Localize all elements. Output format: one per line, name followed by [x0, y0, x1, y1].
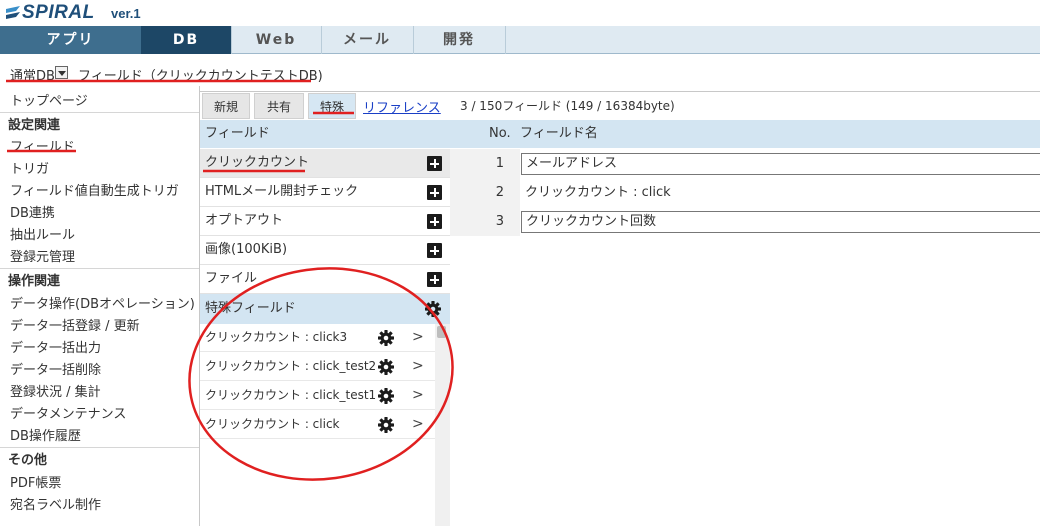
- tab-app[interactable]: アプリ: [0, 26, 142, 54]
- plus-icon[interactable]: [427, 214, 442, 229]
- sidebar-section-other: その他: [8, 453, 48, 468]
- field-list-header: フィールド: [200, 120, 450, 148]
- scrollbar-track[interactable]: [435, 324, 450, 526]
- field-item-file[interactable]: ファイル: [200, 265, 450, 294]
- tab-dev[interactable]: 開発: [413, 26, 506, 54]
- row-number: 3: [495, 214, 504, 229]
- sidebar-item-bulk-register[interactable]: データ一括登録 / 更新: [10, 315, 140, 334]
- table-header: No. フィールド名: [450, 120, 1040, 148]
- brand-name: SPIRAL: [22, 2, 95, 23]
- table-row: 2 クリックカウント : click: [450, 178, 1040, 207]
- field-item-html-open-check[interactable]: HTMLメール開封チェック: [200, 178, 450, 207]
- tab-new[interactable]: 新規: [202, 93, 250, 119]
- field-item-label: クリックカウント: [205, 155, 310, 170]
- dropdown-arrow-icon[interactable]: [55, 66, 68, 79]
- tab-special[interactable]: 特殊: [308, 93, 356, 119]
- table-row: 3 クリックカウント回数: [450, 207, 1040, 236]
- sidebar: トップページ 設定関連 フィールド トリガ フィールド値自動生成トリガ DB連携…: [0, 86, 200, 526]
- special-item[interactable]: クリックカウント : click_test2 >: [200, 352, 435, 381]
- table-row: 1 メールアドレス: [450, 149, 1040, 178]
- sidebar-item-db-operation[interactable]: データ操作(DBオペレーション): [10, 293, 195, 312]
- field-item-optout[interactable]: オプトアウト: [200, 207, 450, 236]
- col-no-header: No.: [489, 126, 511, 141]
- sidebar-item-pdf[interactable]: PDF帳票: [10, 472, 61, 491]
- special-field-header: 特殊フィールド: [200, 294, 450, 324]
- plus-icon[interactable]: [427, 243, 442, 258]
- special-field-header-label: 特殊フィールド: [205, 301, 296, 316]
- gear-icon[interactable]: [378, 417, 394, 433]
- main-tab-bar: アプリ DB Web メール 開発: [0, 26, 1040, 54]
- row-number: 1: [495, 156, 504, 171]
- sidebar-item-extract-rule[interactable]: 抽出ルール: [10, 224, 75, 243]
- version-label: ver.1: [111, 6, 141, 21]
- page-title: フィールド（クリックカウントテストDB): [78, 69, 323, 84]
- db-type-label[interactable]: 通常DB: [10, 65, 55, 84]
- field-count: 3 / 150フィールド (149 / 16384byte): [460, 99, 675, 113]
- special-item-label: クリックカウント : click_test2: [205, 359, 377, 373]
- row-field-name: クリックカウント : click: [525, 185, 671, 200]
- field-item-label: オプトアウト: [205, 213, 284, 228]
- row-field-name[interactable]: メールアドレス: [521, 153, 1040, 175]
- special-item-label: クリックカウント : click3: [205, 330, 348, 344]
- chevron-right-icon[interactable]: >: [412, 410, 424, 438]
- reference-link[interactable]: リファレンス: [363, 97, 441, 116]
- gear-icon[interactable]: [378, 330, 394, 346]
- tab-db[interactable]: DB: [141, 26, 232, 54]
- sidebar-section-settings: 設定関連: [8, 118, 61, 133]
- spiral-logo-icon: [6, 6, 20, 19]
- sidebar-item-field[interactable]: フィールド: [10, 136, 75, 155]
- field-item-label: ファイル: [205, 271, 258, 286]
- row-number: 2: [495, 185, 504, 200]
- col-name-header: フィールド名: [520, 126, 598, 141]
- field-item-label: HTMLメール開封チェック: [205, 184, 359, 199]
- app-logo: SPIRAL ver.1: [0, 0, 160, 26]
- sidebar-item-history[interactable]: DB操作履歴: [10, 425, 81, 444]
- sidebar-item-stats[interactable]: 登録状況 / 集計: [10, 381, 101, 400]
- plus-icon[interactable]: [427, 272, 442, 287]
- gear-icon[interactable]: [378, 388, 394, 404]
- sidebar-item-bulk-delete[interactable]: データ一括削除: [10, 359, 101, 378]
- gear-icon[interactable]: [425, 301, 441, 317]
- tab-web[interactable]: Web: [231, 26, 322, 54]
- gear-icon[interactable]: [378, 359, 394, 375]
- plus-icon[interactable]: [427, 156, 442, 171]
- tab-shared[interactable]: 共有: [254, 93, 304, 119]
- sidebar-item-source-mgmt[interactable]: 登録元管理: [10, 246, 75, 265]
- sidebar-item-db-link[interactable]: DB連携: [10, 202, 55, 221]
- sidebar-item-bulk-export[interactable]: データ一括出力: [10, 337, 101, 356]
- row-field-name[interactable]: クリックカウント回数: [521, 211, 1040, 233]
- chevron-right-icon[interactable]: >: [412, 381, 424, 409]
- special-item[interactable]: クリックカウント : click >: [200, 410, 435, 439]
- special-item-label: クリックカウント : click: [205, 417, 340, 431]
- sidebar-item-trigger[interactable]: トリガ: [10, 158, 49, 177]
- scrollbar-thumb[interactable]: [437, 326, 446, 338]
- special-item[interactable]: クリックカウント : click_test1 >: [200, 381, 435, 410]
- special-item-label: クリックカウント : click_test1: [205, 388, 377, 402]
- sidebar-item-top[interactable]: トップページ: [10, 90, 88, 109]
- special-item[interactable]: クリックカウント : click3 >: [200, 323, 435, 352]
- sidebar-section-ops: 操作関連: [8, 274, 61, 289]
- chevron-right-icon[interactable]: >: [412, 352, 424, 380]
- field-item-click-count[interactable]: クリックカウント: [200, 149, 450, 178]
- sidebar-item-autogen-trigger[interactable]: フィールド値自動生成トリガ: [10, 180, 179, 199]
- field-item-image[interactable]: 画像(100KiB): [200, 236, 450, 265]
- field-item-label: 画像(100KiB): [205, 242, 288, 257]
- plus-icon[interactable]: [427, 185, 442, 200]
- sidebar-item-label[interactable]: 宛名ラベル制作: [10, 494, 101, 513]
- chevron-right-icon[interactable]: >: [412, 323, 424, 351]
- sidebar-item-maintenance[interactable]: データメンテナンス: [10, 403, 126, 422]
- tab-mail[interactable]: メール: [321, 26, 414, 54]
